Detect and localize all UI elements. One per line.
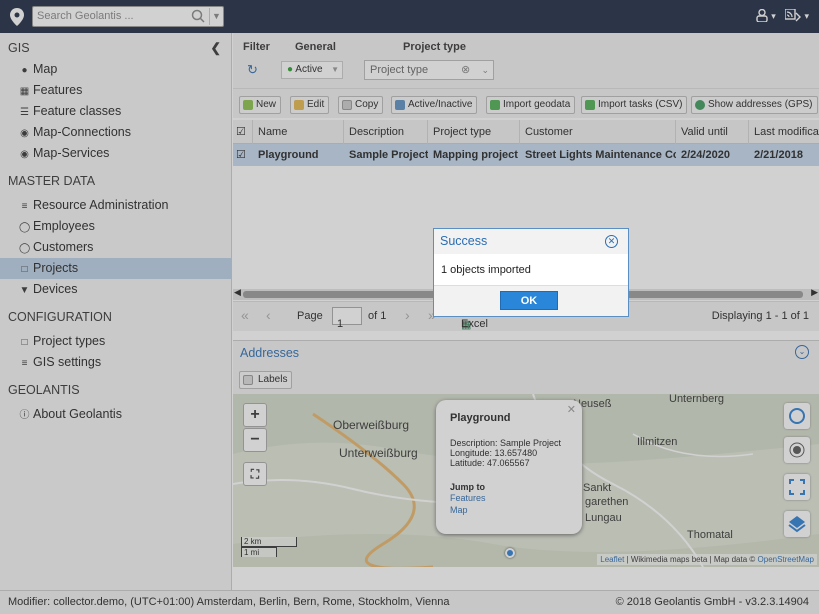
- dialog-message: 1 objects imported: [434, 254, 628, 286]
- dialog-footer: OK: [434, 286, 628, 316]
- success-dialog: Success ✕ 1 objects imported OK: [433, 228, 629, 317]
- ok-button[interactable]: OK: [500, 291, 558, 310]
- dialog-header: Success ✕: [434, 229, 628, 254]
- close-icon[interactable]: ✕: [605, 235, 618, 248]
- modal-overlay: [0, 0, 819, 614]
- dialog-title: Success: [440, 234, 488, 248]
